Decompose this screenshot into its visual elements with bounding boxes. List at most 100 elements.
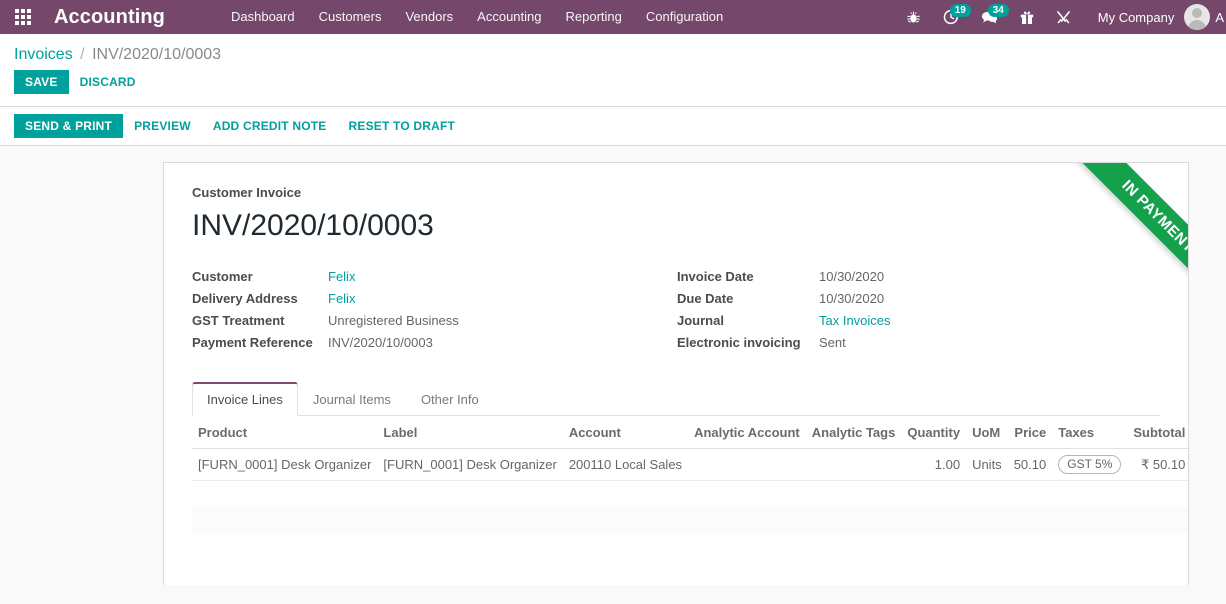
field-due-date: Due Date 10/30/2020 bbox=[677, 288, 1107, 310]
terms-and-conditions-section bbox=[192, 585, 632, 586]
field-journal: Journal Tax Invoices bbox=[677, 310, 1107, 332]
user-menu-button[interactable]: A bbox=[1184, 4, 1226, 30]
cell-taxes[interactable]: GST 5% bbox=[1052, 449, 1127, 481]
table-empty-row bbox=[192, 507, 1189, 533]
menu-item-reporting[interactable]: Reporting bbox=[554, 0, 634, 34]
record-action-buttons: SAVE DISCARD bbox=[14, 70, 1212, 106]
column-header-product[interactable]: Product bbox=[192, 416, 377, 449]
reset-to-draft-button[interactable]: RESET TO DRAFT bbox=[338, 114, 467, 138]
field-payment-reference-value[interactable]: INV/2020/10/0003 bbox=[328, 332, 433, 354]
column-header-label[interactable]: Label bbox=[377, 416, 562, 449]
user-name-label: A bbox=[1210, 10, 1224, 25]
field-delivery-address: Delivery Address Felix bbox=[192, 288, 677, 310]
gift-icon bbox=[1020, 10, 1034, 25]
column-header-analytic-tags[interactable]: Analytic Tags bbox=[806, 416, 902, 449]
column-header-price[interactable]: Price bbox=[1008, 416, 1053, 449]
cell-analytic-account[interactable] bbox=[688, 449, 806, 481]
cell-account[interactable]: 200110 Local Sales bbox=[563, 449, 688, 481]
column-header-analytic-account[interactable]: Analytic Account bbox=[688, 416, 806, 449]
column-header-uom[interactable]: UoM bbox=[966, 416, 1008, 449]
field-journal-value[interactable]: Tax Invoices bbox=[819, 310, 891, 332]
tab-journal-items[interactable]: Journal Items bbox=[298, 382, 406, 416]
discard-button[interactable]: DISCARD bbox=[69, 70, 147, 94]
invoice-lines-header: Product Label Account Analytic Account A… bbox=[192, 416, 1189, 449]
top-navbar: Accounting Dashboard Customers Vendors A… bbox=[0, 0, 1226, 34]
field-customer-label: Customer bbox=[192, 266, 328, 288]
menu-item-vendors[interactable]: Vendors bbox=[393, 0, 465, 34]
form-view-background: IN PAYMENT Customer Invoice INV/2020/10/… bbox=[0, 146, 1226, 585]
field-electronic-invoicing-label: Electronic invoicing bbox=[677, 332, 819, 354]
notebook-tabs: Invoice Lines Journal Items Other Info bbox=[192, 382, 1160, 416]
field-due-date-value[interactable]: 10/30/2020 bbox=[819, 288, 884, 310]
cell-subtotal: ₹ 50.10 bbox=[1127, 449, 1189, 481]
tab-other-info[interactable]: Other Info bbox=[406, 382, 494, 416]
column-header-taxes[interactable]: Taxes bbox=[1052, 416, 1127, 449]
tools-button[interactable] bbox=[1045, 0, 1082, 34]
tools-icon bbox=[1056, 10, 1071, 25]
field-invoice-date-value[interactable]: 10/30/2020 bbox=[819, 266, 884, 288]
company-switcher[interactable]: My Company bbox=[1082, 10, 1185, 25]
field-customer: Customer Felix bbox=[192, 266, 677, 288]
field-gst-treatment: GST Treatment Unregistered Business bbox=[192, 310, 677, 332]
field-gst-treatment-label: GST Treatment bbox=[192, 310, 328, 332]
add-credit-note-button[interactable]: ADD CREDIT NOTE bbox=[202, 114, 338, 138]
avatar bbox=[1184, 4, 1210, 30]
header-fields-left: Customer Felix Delivery Address Felix GS… bbox=[192, 266, 677, 354]
field-invoice-date: Invoice Date 10/30/2020 bbox=[677, 266, 1107, 288]
cell-uom[interactable]: Units bbox=[966, 449, 1008, 481]
preview-button[interactable]: PREVIEW bbox=[123, 114, 202, 138]
page-title: INV/2020/10/0003 bbox=[192, 200, 1160, 266]
cell-analytic-tags[interactable] bbox=[806, 449, 902, 481]
column-header-quantity[interactable]: Quantity bbox=[901, 416, 966, 449]
menu-item-customers[interactable]: Customers bbox=[307, 0, 394, 34]
bug-icon bbox=[906, 10, 921, 25]
save-button[interactable]: SAVE bbox=[14, 70, 69, 94]
field-delivery-address-label: Delivery Address bbox=[192, 288, 328, 310]
control-panel: Invoices / INV/2020/10/0003 SAVE DISCARD bbox=[0, 34, 1226, 107]
field-electronic-invoicing-value[interactable]: Sent bbox=[819, 332, 846, 354]
apps-menu-button[interactable] bbox=[0, 0, 46, 34]
send-and-print-button[interactable]: SEND & PRINT bbox=[14, 114, 123, 138]
field-payment-reference: Payment Reference INV/2020/10/0003 bbox=[192, 332, 677, 354]
cell-product[interactable]: [FURN_0001] Desk Organizer bbox=[192, 449, 377, 481]
breadcrumb-separator: / bbox=[77, 46, 87, 63]
field-due-date-label: Due Date bbox=[677, 288, 819, 310]
cell-price[interactable]: 50.10 bbox=[1008, 449, 1053, 481]
messages-button[interactable]: 34 bbox=[970, 0, 1009, 34]
notebook: Invoice Lines Journal Items Other Info P… bbox=[192, 382, 1160, 559]
gift-button[interactable] bbox=[1009, 0, 1045, 34]
field-journal-label: Journal bbox=[677, 310, 819, 332]
table-row[interactable]: [FURN_0001] Desk Organizer [FURN_0001] D… bbox=[192, 449, 1189, 481]
debug-bug-button[interactable] bbox=[895, 0, 932, 34]
menu-item-configuration[interactable]: Configuration bbox=[634, 0, 735, 34]
activities-count-badge: 19 bbox=[950, 4, 971, 17]
document-type-label: Customer Invoice bbox=[192, 185, 1160, 200]
activities-button[interactable]: 19 bbox=[932, 0, 970, 34]
messages-count-badge: 34 bbox=[988, 4, 1009, 17]
terms-and-conditions-input[interactable] bbox=[198, 585, 632, 586]
field-delivery-address-value[interactable]: Felix bbox=[328, 288, 355, 310]
invoice-footer: Untaxed Amount: ₹ 50.10 SGST: ₹ 1.25 CGS… bbox=[192, 585, 1160, 586]
column-header-account[interactable]: Account bbox=[563, 416, 688, 449]
cell-label[interactable]: [FURN_0001] Desk Organizer bbox=[377, 449, 562, 481]
invoice-form-sheet: IN PAYMENT Customer Invoice INV/2020/10/… bbox=[163, 162, 1189, 585]
cell-quantity[interactable]: 1.00 bbox=[901, 449, 966, 481]
field-invoice-date-label: Invoice Date bbox=[677, 266, 819, 288]
table-empty-row bbox=[192, 481, 1189, 507]
tab-invoice-lines[interactable]: Invoice Lines bbox=[192, 382, 298, 416]
field-payment-reference-label: Payment Reference bbox=[192, 332, 328, 354]
app-brand-accounting[interactable]: Accounting bbox=[46, 6, 175, 29]
table-header-row: Product Label Account Analytic Account A… bbox=[192, 416, 1189, 449]
apps-grid-icon bbox=[15, 9, 31, 25]
invoice-lines-table: Product Label Account Analytic Account A… bbox=[192, 416, 1189, 559]
field-electronic-invoicing: Electronic invoicing Sent bbox=[677, 332, 1107, 354]
menu-item-dashboard[interactable]: Dashboard bbox=[219, 0, 307, 34]
field-customer-value[interactable]: Felix bbox=[328, 266, 355, 288]
breadcrumb-invoices-link[interactable]: Invoices bbox=[14, 46, 73, 63]
menu-item-accounting[interactable]: Accounting bbox=[465, 0, 553, 34]
breadcrumb-current-record: INV/2020/10/0003 bbox=[92, 46, 221, 63]
statusbar-buttons: SEND & PRINT PREVIEW ADD CREDIT NOTE RES… bbox=[0, 107, 1226, 146]
header-fields-right: Invoice Date 10/30/2020 Due Date 10/30/2… bbox=[677, 266, 1107, 354]
field-gst-treatment-value[interactable]: Unregistered Business bbox=[328, 310, 459, 332]
column-header-subtotal[interactable]: Subtotal bbox=[1127, 416, 1189, 449]
